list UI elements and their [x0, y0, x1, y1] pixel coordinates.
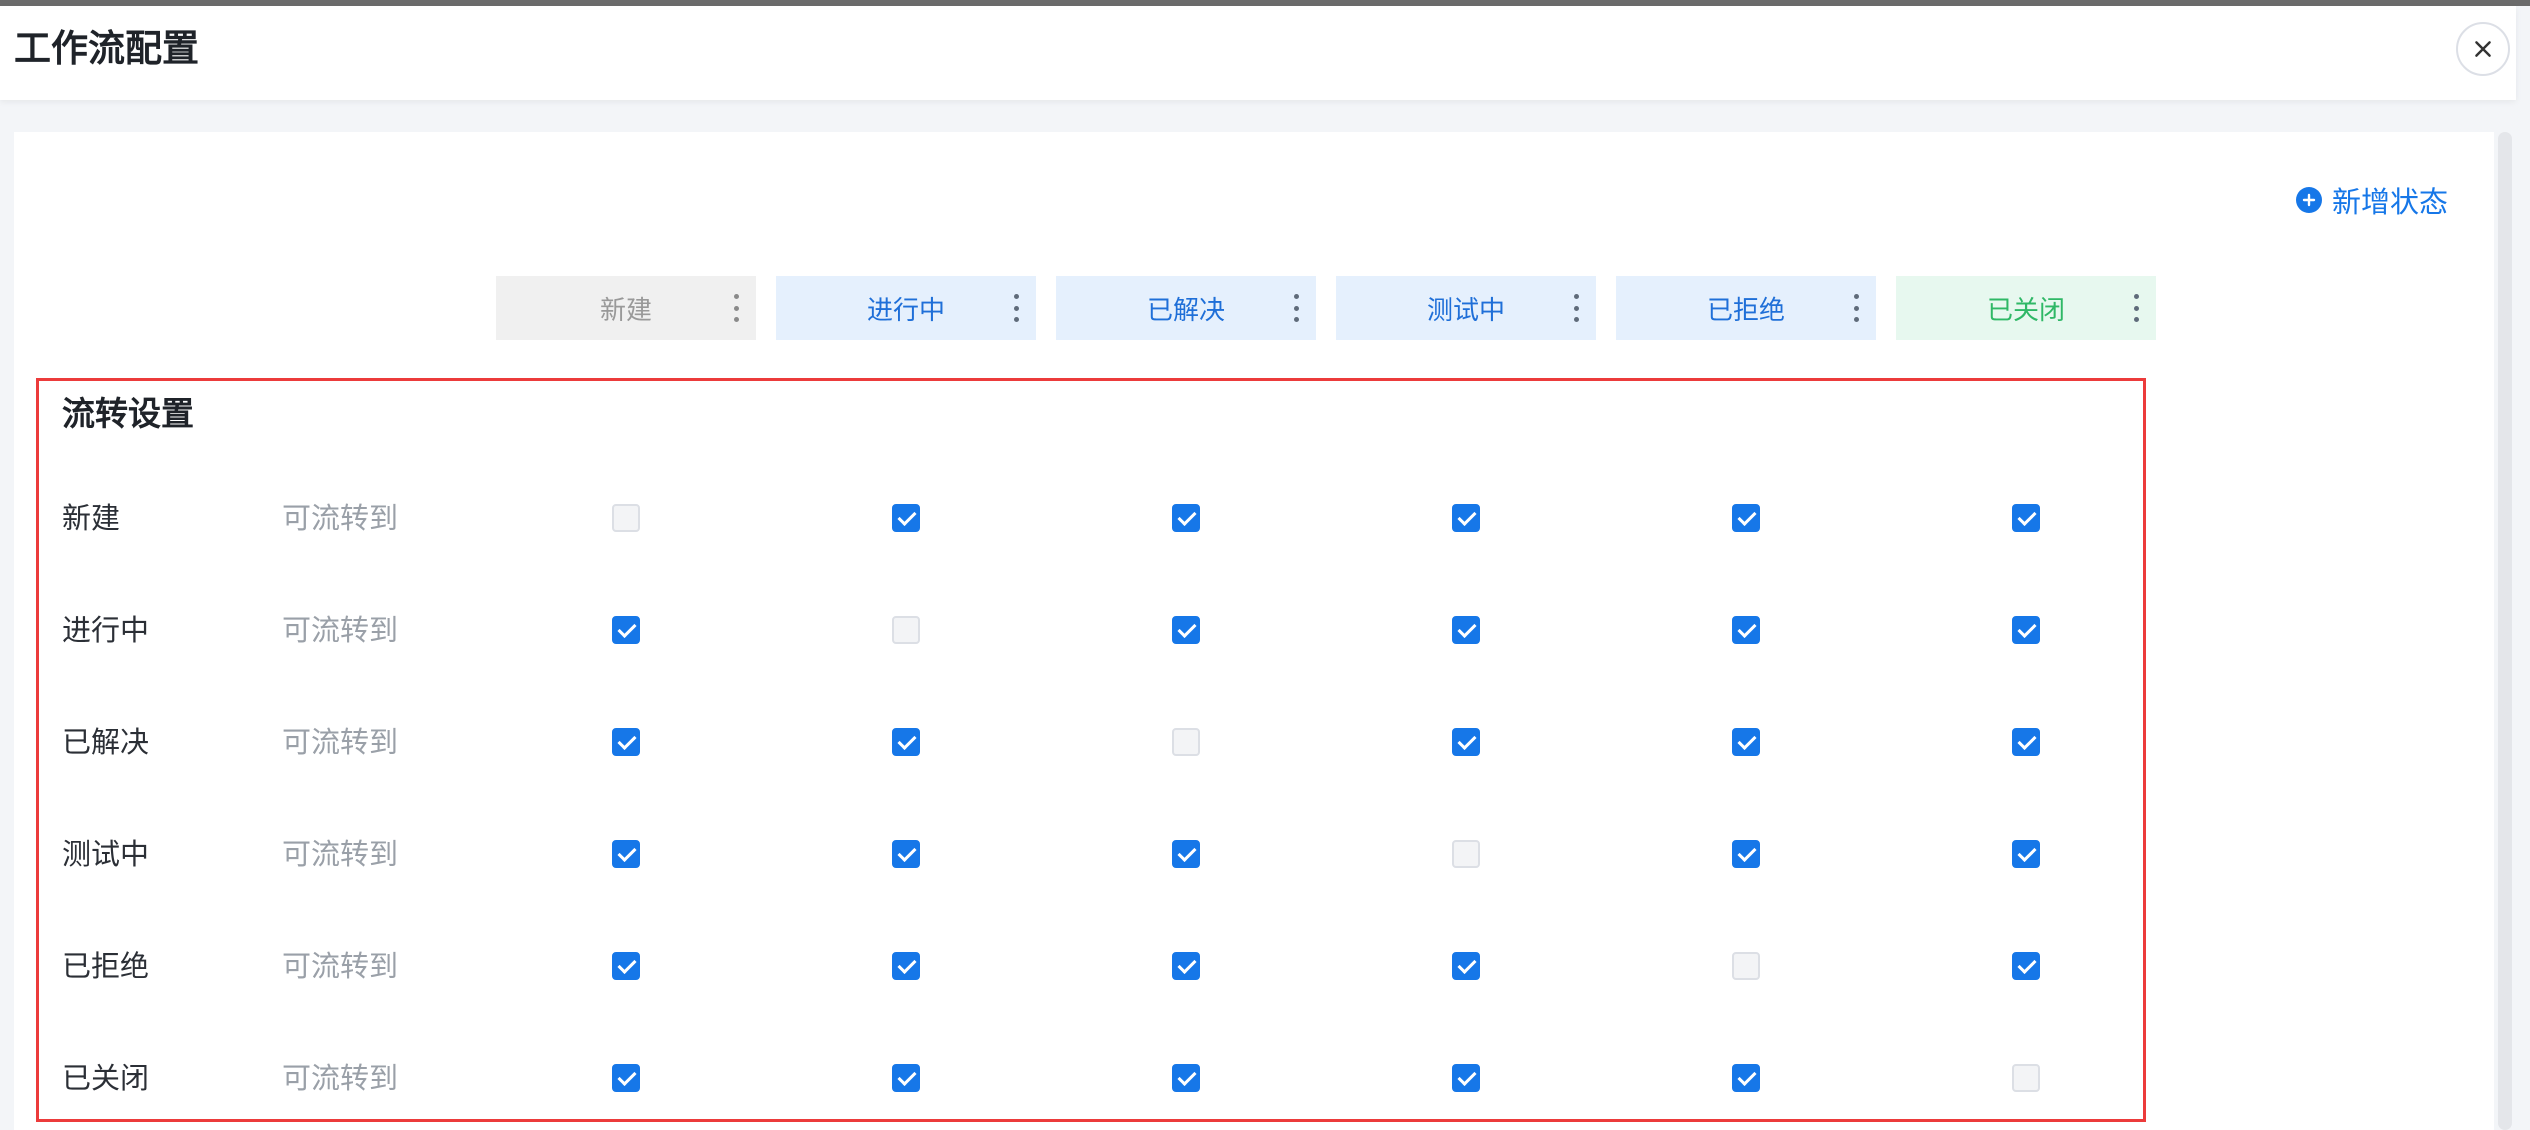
transition-checkbox-checked[interactable] [892, 504, 920, 532]
transition-checkbox-checked[interactable] [2012, 840, 2040, 868]
transition-checkbox-checked[interactable] [2012, 504, 2040, 532]
transition-checkbox-checked[interactable] [1452, 616, 1480, 644]
more-vertical-icon[interactable] [1012, 294, 1020, 322]
transition-checkbox-checked[interactable] [1732, 728, 1760, 756]
more-vertical-icon[interactable] [2132, 294, 2140, 322]
more-vertical-icon[interactable] [732, 294, 740, 322]
transition-checkbox-disabled [612, 504, 640, 532]
status-column-label: 已关闭 [1986, 295, 2065, 326]
status-column-header[interactable]: 已关闭 [1896, 276, 2156, 340]
flow-row-sublabel: 可流转到 [282, 837, 399, 871]
status-column-header[interactable]: 已解决 [1056, 276, 1316, 340]
transition-checkbox-checked[interactable] [892, 952, 920, 980]
vertical-scrollbar[interactable] [2498, 132, 2512, 1130]
transition-checkbox-checked[interactable] [1732, 504, 1760, 532]
transition-checkbox-checked[interactable] [1452, 1064, 1480, 1092]
transition-checkbox-checked[interactable] [1172, 616, 1200, 644]
transition-checkbox-checked[interactable] [1172, 504, 1200, 532]
more-vertical-icon[interactable] [1852, 294, 1860, 322]
transition-checkbox-checked[interactable] [1452, 504, 1480, 532]
transition-checkbox-checked[interactable] [1732, 840, 1760, 868]
flow-row-sublabel: 可流转到 [282, 1061, 399, 1095]
transition-checkbox-disabled [892, 616, 920, 644]
transition-checkbox-checked[interactable] [612, 616, 640, 644]
status-column-header[interactable]: 进行中 [776, 276, 1036, 340]
transition-checkbox-checked[interactable] [612, 952, 640, 980]
transition-checkbox-checked[interactable] [1452, 728, 1480, 756]
transition-checkbox-checked[interactable] [2012, 616, 2040, 644]
plus-circle-icon [2296, 187, 2322, 213]
transition-checkbox-disabled [1452, 840, 1480, 868]
add-status-label: 新增状态 [2332, 185, 2449, 219]
close-icon [2475, 41, 2491, 57]
transition-checkbox-disabled [2012, 1064, 2040, 1092]
transition-checkbox-disabled [1732, 952, 1760, 980]
transition-checkbox-checked[interactable] [612, 1064, 640, 1092]
status-column-header[interactable]: 新建 [496, 276, 756, 340]
flow-row-sublabel: 可流转到 [282, 613, 399, 647]
status-column-label: 进行中 [866, 295, 945, 326]
dialog-header: 工作流配置 [0, 6, 2516, 100]
close-button[interactable] [2456, 22, 2510, 76]
flow-row-sublabel: 可流转到 [282, 949, 399, 983]
transition-checkbox-checked[interactable] [892, 728, 920, 756]
add-status-button[interactable]: 新增状态 [2296, 180, 2448, 220]
flow-row-label: 已关闭 [62, 1061, 150, 1095]
more-vertical-icon[interactable] [1292, 294, 1300, 322]
flow-row-sublabel: 可流转到 [282, 501, 399, 535]
transition-checkbox-disabled [1172, 728, 1200, 756]
flow-row-label: 进行中 [62, 613, 150, 647]
status-column-header[interactable]: 已拒绝 [1616, 276, 1876, 340]
transition-checkbox-checked[interactable] [892, 840, 920, 868]
flow-row-label: 已拒绝 [62, 949, 150, 983]
transition-checkbox-checked[interactable] [1172, 1064, 1200, 1092]
transition-checkbox-checked[interactable] [2012, 728, 2040, 756]
flow-row-label: 新建 [62, 501, 121, 535]
transition-checkbox-checked[interactable] [612, 728, 640, 756]
transition-checkbox-checked[interactable] [1172, 840, 1200, 868]
status-column-label: 测试中 [1426, 295, 1505, 326]
transition-checkbox-checked[interactable] [1732, 1064, 1760, 1092]
status-column-label: 新建 [599, 295, 652, 326]
transition-checkbox-checked[interactable] [892, 1064, 920, 1092]
transition-checkbox-checked[interactable] [2012, 952, 2040, 980]
flow-settings-title: 流转设置 [62, 394, 194, 433]
flow-row-label: 测试中 [62, 837, 150, 871]
flow-row-sublabel: 可流转到 [282, 725, 399, 759]
flow-row-label: 已解决 [62, 725, 150, 759]
transition-checkbox-checked[interactable] [612, 840, 640, 868]
transition-checkbox-checked[interactable] [1732, 616, 1760, 644]
status-column-header[interactable]: 测试中 [1336, 276, 1596, 340]
transition-checkbox-checked[interactable] [1452, 952, 1480, 980]
status-column-label: 已解决 [1146, 295, 1225, 326]
status-column-label: 已拒绝 [1706, 295, 1785, 326]
transition-checkbox-checked[interactable] [1172, 952, 1200, 980]
dialog-title: 工作流配置 [14, 27, 199, 70]
more-vertical-icon[interactable] [1572, 294, 1580, 322]
